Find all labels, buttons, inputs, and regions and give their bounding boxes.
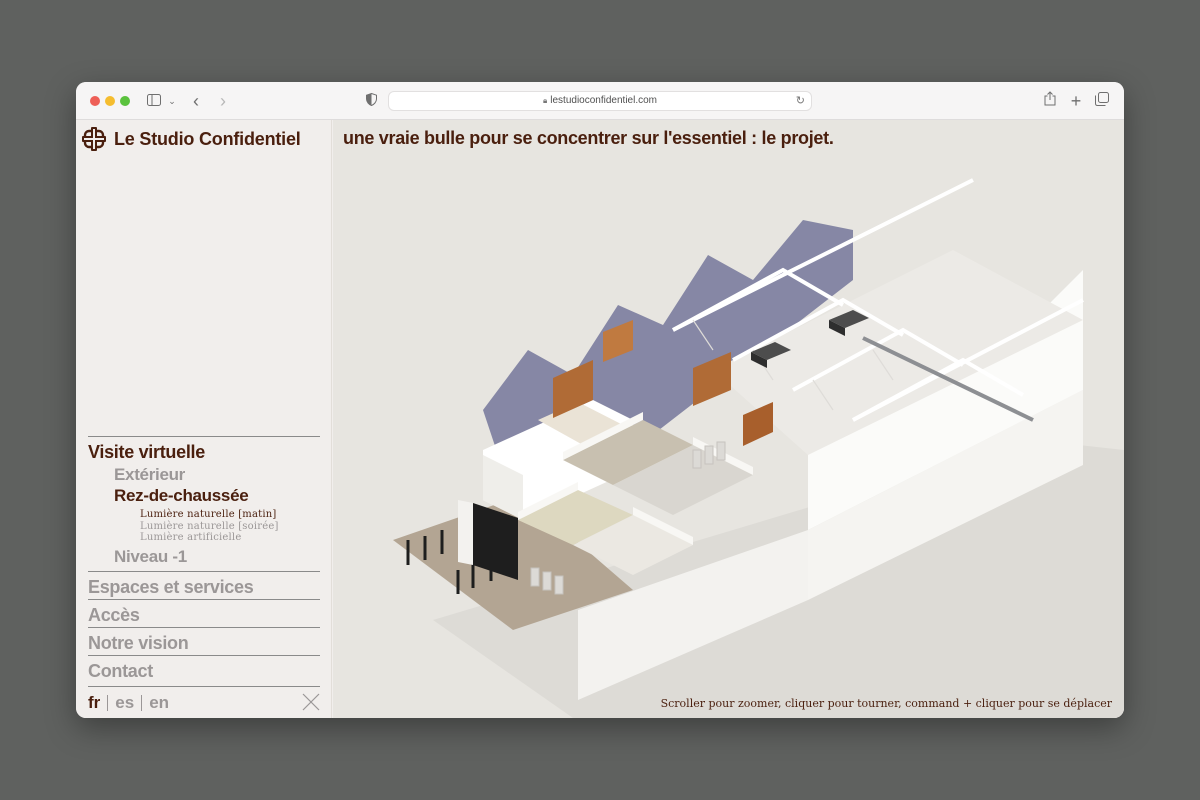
lang-fr[interactable]: fr bbox=[88, 692, 100, 714]
sidebar: Le Studio Confidentiel Visite virtuelle … bbox=[76, 120, 332, 718]
tagline: une vraie bulle pour se concentrer sur l… bbox=[343, 128, 834, 148]
brand-logo-icon bbox=[82, 127, 106, 151]
reload-icon[interactable]: ↻ bbox=[796, 92, 805, 110]
light-option-morning[interactable]: Lumière naturelle [matin] bbox=[140, 509, 320, 521]
viewer-instructions: Scroller pour zoomer, cliquer pour tourn… bbox=[660, 697, 1112, 710]
share-icon[interactable] bbox=[1042, 91, 1058, 111]
sidebar-icon[interactable] bbox=[146, 91, 162, 111]
main-nav: Visite virtuelle Extérieur Rez-de-chauss… bbox=[88, 436, 320, 683]
nav-exterieur[interactable]: Extérieur bbox=[88, 464, 320, 485]
tabs-icon[interactable] bbox=[1094, 91, 1110, 111]
chevron-down-icon[interactable]: ⌄ bbox=[167, 91, 177, 111]
browser-window: ⌄ ‹ › 🔒︎ lestudioconfidentiel.com ↻ + Le… bbox=[76, 82, 1124, 718]
light-option-evening[interactable]: Lumière naturelle [soirée] bbox=[140, 521, 320, 533]
close-window-button[interactable] bbox=[90, 96, 100, 106]
nav-espaces-services[interactable]: Espaces et services bbox=[88, 570, 320, 599]
building-3d-model[interactable] bbox=[333, 120, 1124, 718]
lang-divider bbox=[141, 694, 143, 711]
shield-icon[interactable] bbox=[364, 91, 378, 111]
address-bar[interactable]: 🔒︎ lestudioconfidentiel.com ↻ bbox=[388, 91, 812, 111]
brand-name: Le Studio Confidentiel bbox=[114, 128, 301, 149]
lang-divider bbox=[107, 694, 109, 711]
nav-acces[interactable]: Accès bbox=[88, 598, 320, 627]
plus-icon[interactable]: + bbox=[1068, 91, 1084, 111]
url-text: lestudioconfidentiel.com bbox=[550, 95, 657, 106]
lang-en[interactable]: en bbox=[149, 692, 169, 714]
close-icon[interactable] bbox=[302, 693, 320, 711]
virtual-tour-viewport[interactable]: une vraie bulle pour se concentrer sur l… bbox=[333, 120, 1124, 718]
lighting-options: Lumière naturelle [matin] Lumière nature… bbox=[88, 509, 320, 544]
nav-contact[interactable]: Contact bbox=[88, 654, 320, 683]
language-switcher: fr es en bbox=[88, 686, 320, 714]
nav-vision[interactable]: Notre vision bbox=[88, 626, 320, 655]
brand[interactable]: Le Studio Confidentiel bbox=[82, 126, 301, 152]
nav-niveau-1[interactable]: Niveau -1 bbox=[88, 546, 320, 567]
nav-rez-de-chaussee[interactable]: Rez-de-chaussée bbox=[88, 485, 320, 506]
browser-toolbar: ⌄ ‹ › 🔒︎ lestudioconfidentiel.com ↻ + bbox=[76, 82, 1124, 120]
lock-icon: 🔒︎ bbox=[543, 96, 548, 105]
light-option-artificial[interactable]: Lumière artificielle bbox=[140, 532, 320, 544]
nav-visite-virtuelle[interactable]: Visite virtuelle bbox=[88, 436, 320, 464]
zoom-window-button[interactable] bbox=[120, 96, 130, 106]
minimize-window-button[interactable] bbox=[105, 96, 115, 106]
chevron-left-icon[interactable]: ‹ bbox=[189, 91, 203, 111]
lang-es[interactable]: es bbox=[115, 692, 134, 714]
chevron-right-icon[interactable]: › bbox=[216, 91, 230, 111]
